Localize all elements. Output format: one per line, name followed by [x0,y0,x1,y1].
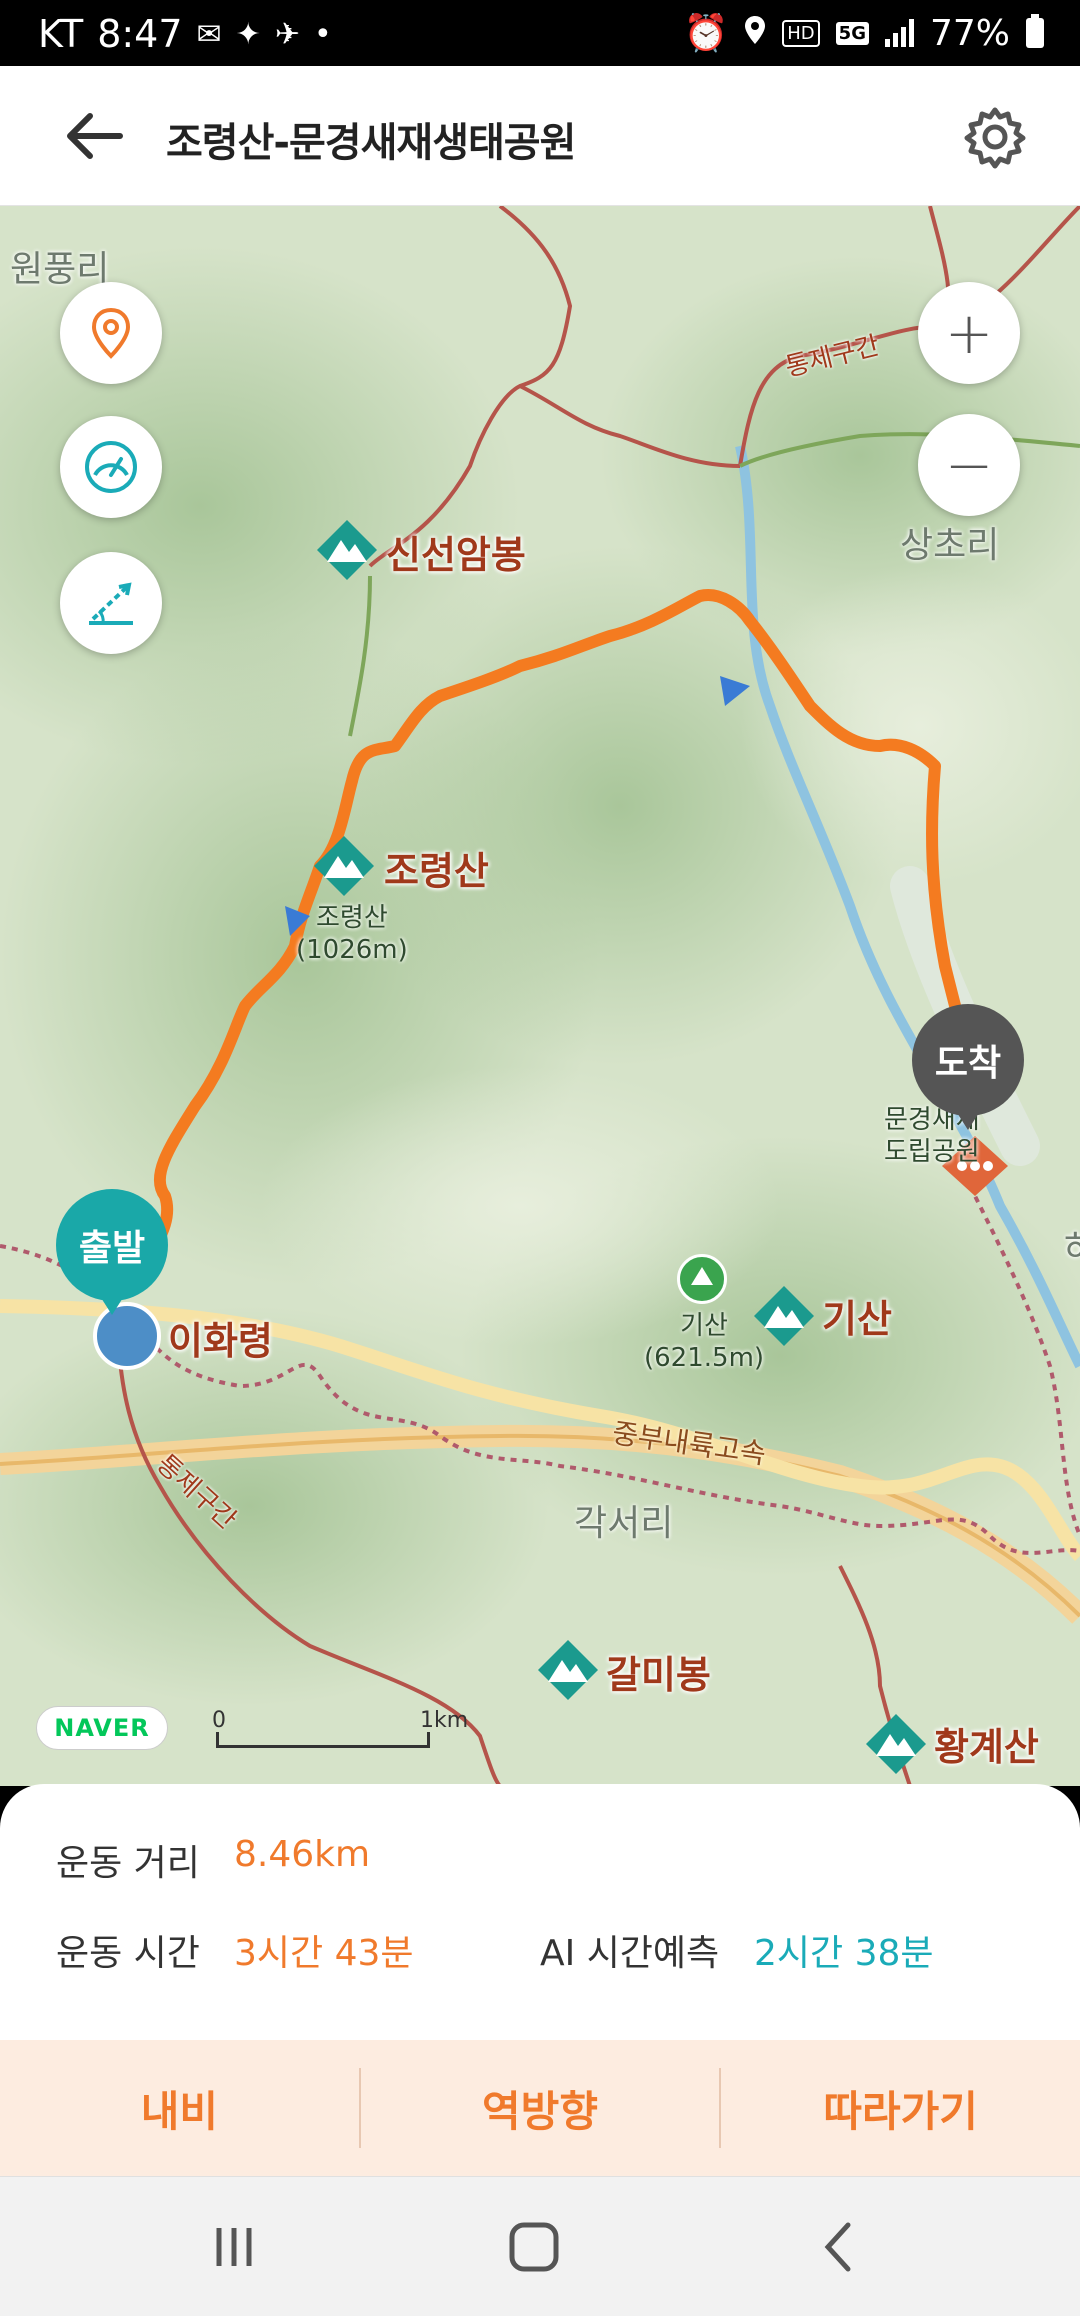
peak-label-ihwaryeong[interactable]: 이화령 [168,1310,273,1365]
app-bar: 조령산-문경새재생태공원 [0,66,1080,206]
page-title: 조령산-문경새재생태공원 [166,120,576,166]
clock: 8:47 [97,12,183,56]
scale-start: 0 [212,1708,226,1733]
dot-icon: • [313,16,332,52]
time-value: 3시간 43분 [234,1933,414,1974]
peak-label-galmibong[interactable]: 갈미봉 [606,1644,711,1699]
elevation-button[interactable] [60,552,162,654]
peak-label-sinseonambong[interactable]: 신선암봉 [386,524,526,579]
carrier-label: KT [38,12,84,56]
navi-button[interactable]: 내비 [0,2040,359,2176]
home-icon [509,2222,559,2272]
zoom-in-button[interactable]: + [918,282,1020,384]
time-label: 운동 시간 [56,1933,200,1974]
follow-button[interactable]: 따라가기 [721,2040,1080,2176]
elevation-icon [89,582,133,625]
peak-label-joryeongsan[interactable]: 조령산 [384,840,489,895]
peak-icon[interactable] [315,518,379,582]
battery-percent: 77% [929,12,1010,54]
recent-apps-icon [216,2228,252,2266]
system-nav-bar [0,2176,1080,2316]
home-button[interactable] [484,2207,584,2287]
end-pin[interactable]: 도착 [912,1004,1024,1130]
peak-label-hwanggyesan[interactable]: 황계산 [934,1716,1039,1771]
minus-icon: − [944,431,994,499]
distance-value: 8.46km [234,1834,371,1875]
arrow-left-icon [67,113,123,159]
status-bar: KT 8:47 ✉ ✦ ✈ • ⏰ HD 5G 77% [0,0,1080,66]
region-label: 상초리 [900,525,1000,566]
scale-bar: 0 1km [212,1708,468,1754]
signal-icon [884,19,914,47]
action-bar: 내비 역방향 따라가기 [0,2040,1080,2176]
speed-button[interactable] [60,416,162,518]
current-location-button[interactable] [60,282,162,384]
gear-icon [964,107,1026,169]
mountain-poi-icon[interactable] [677,1254,727,1304]
activity-icon: ✦ [235,16,261,52]
network-5g-icon: 5G [835,21,869,45]
alarm-icon: ⏰ [683,13,729,54]
peak-icon[interactable] [312,834,376,898]
recent-apps-button[interactable] [184,2207,284,2287]
status-left: KT 8:47 ✉ ✦ ✈ • [38,12,332,56]
nav-back-button[interactable] [788,2207,888,2287]
peak-label-gisan[interactable]: 기산 [822,1288,892,1343]
zoom-out-button[interactable]: − [918,414,1020,516]
region-label: 하 [1064,1220,1080,1272]
settings-button[interactable] [960,102,1030,172]
hd-voice-icon: HD [782,19,820,47]
peak-sub-label: 기산 (621.5m) [644,1311,765,1373]
distance-label: 운동 거리 [56,1843,200,1884]
status-right: ⏰ HD 5G 77% [683,12,1044,54]
battery-icon [1026,14,1044,48]
ai-estimate-value: 2시간 38분 [754,1933,934,1974]
reverse-button[interactable]: 역방향 [361,2040,720,2176]
peak-icon[interactable] [864,1712,928,1776]
scale-end: 1km [420,1708,469,1733]
location-status-icon [744,13,766,54]
region-label: 각서리 [574,1503,674,1544]
peak-icon[interactable] [536,1638,600,1702]
back-button[interactable] [60,108,130,164]
location-pin-icon [91,307,131,359]
peak-sub-label: 조령산 (1026m) [296,903,408,965]
naver-logo: NAVER [36,1706,168,1750]
speedometer-icon [85,441,137,493]
ai-estimate-label: AI 시간예측 [540,1933,720,1974]
map-base-layer [0,206,1080,1786]
runner-icon: ✈ [274,16,300,52]
map-view[interactable]: 원풍리 상초리 각서리 하 통제구간 통제구간 중부내륙고속 신선암봉 조령산 … [0,206,1080,1786]
plus-icon: + [944,299,994,367]
peak-icon[interactable] [752,1284,816,1348]
route-info-sheet: 운동 거리 8.46km 운동 시간 3시간 43분 AI 시간예측 2시간 3… [0,1784,1080,2040]
start-pin[interactable]: 출발 [56,1189,168,1315]
message-icon: ✉ [196,16,222,52]
back-icon [824,2222,851,2272]
